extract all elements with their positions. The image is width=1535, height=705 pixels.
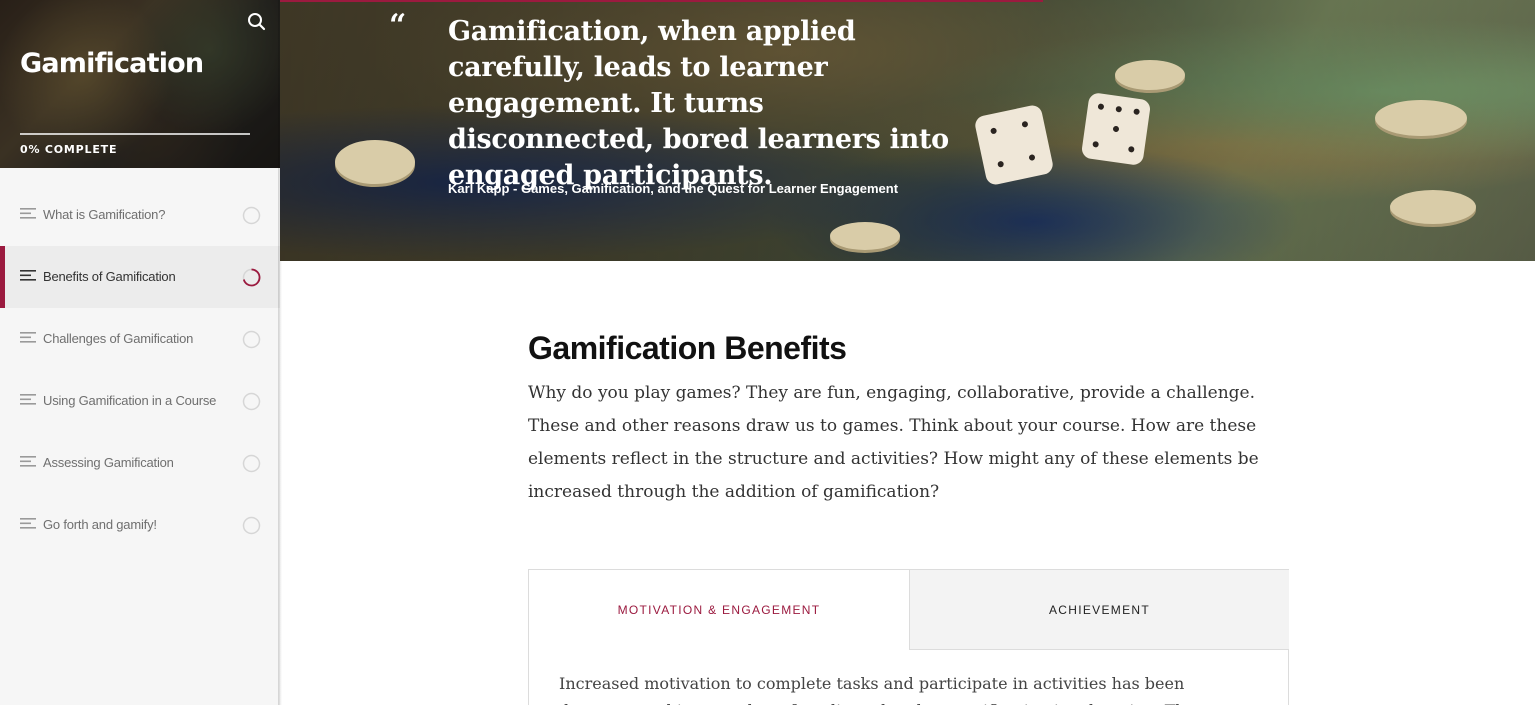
lesson-label: Benefits of Gamification: [43, 269, 176, 284]
lesson-text-icon: [20, 332, 36, 343]
lesson-text-icon: [20, 456, 36, 467]
lesson-text-icon: [20, 394, 36, 405]
board-game-token: [1390, 190, 1476, 224]
search-icon: [248, 13, 266, 31]
quote-text: Gamification, when applied carefully, le…: [448, 16, 949, 191]
board-game-token: [1375, 100, 1467, 136]
course-title: Gamification: [20, 48, 204, 79]
section-heading: Gamification Benefits: [528, 330, 847, 366]
course-sidebar: Gamification 0% COMPLETE What is Gamific…: [0, 0, 280, 705]
quote-attribution: Karl Kapp - Games, Gamification, and the…: [448, 181, 899, 196]
lesson-status-empty-icon: [242, 206, 261, 225]
tab-panel-text: Increased motivation to complete tasks a…: [559, 674, 1195, 705]
lesson-item-using-gamification-in-a-course[interactable]: Using Gamification in a Course: [0, 370, 280, 432]
lesson-label: Go forth and gamify!: [43, 517, 157, 532]
tab-achievement[interactable]: ACHIEVEMENT: [909, 570, 1289, 650]
board-game-die: [1080, 92, 1152, 166]
course-progress-bar: [20, 133, 250, 135]
board-game-token: [830, 222, 900, 250]
lesson-status-in-progress-icon: [242, 268, 261, 287]
board-game-token: [1115, 60, 1185, 90]
lesson-item-go-forth-and-gamify[interactable]: Go forth and gamify!: [0, 494, 280, 556]
lesson-label: What is Gamification?: [43, 207, 166, 222]
sidebar-header: Gamification 0% COMPLETE: [0, 0, 280, 168]
lesson-item-challenges-of-gamification[interactable]: Challenges of Gamification: [0, 308, 280, 370]
hero-accent-bar: [280, 0, 1043, 2]
search-button[interactable]: [246, 11, 268, 33]
lesson-item-benefits-of-gamification[interactable]: Benefits of Gamification: [0, 246, 280, 308]
lesson-text-icon: [20, 270, 36, 281]
tabs-block: MOTIVATION & ENGAGEMENT ACHIEVEMENT Incr…: [528, 569, 1289, 705]
lesson-status-empty-icon: [242, 392, 261, 411]
section-body: Why do you play games? They are fun, eng…: [528, 383, 1259, 502]
lesson-item-assessing-gamification[interactable]: Assessing Gamification: [0, 432, 280, 494]
lesson-label: Challenges of Gamification: [43, 331, 194, 346]
quote-hero: “ Gamification, when applied carefully, …: [280, 0, 1535, 261]
lesson-status-empty-icon: [242, 516, 261, 535]
lesson-label: Assessing Gamification: [43, 455, 174, 470]
lesson-text-icon: [20, 208, 36, 219]
quote-mark: “: [389, 8, 407, 43]
lesson-label: Using Gamification in a Course: [43, 393, 217, 408]
lesson-list: What is Gamification? Benefits of Gamifi…: [0, 184, 280, 556]
lesson-status-empty-icon: [242, 330, 261, 349]
lesson-text-icon: [20, 518, 36, 529]
lesson-status-empty-icon: [242, 454, 261, 473]
board-game-die: [973, 103, 1055, 187]
course-progress-label: 0% COMPLETE: [20, 143, 118, 156]
board-game-token: [335, 140, 415, 184]
tab-motivation-engagement[interactable]: MOTIVATION & ENGAGEMENT: [529, 570, 909, 650]
lesson-item-what-is-gamification[interactable]: What is Gamification?: [0, 184, 280, 246]
